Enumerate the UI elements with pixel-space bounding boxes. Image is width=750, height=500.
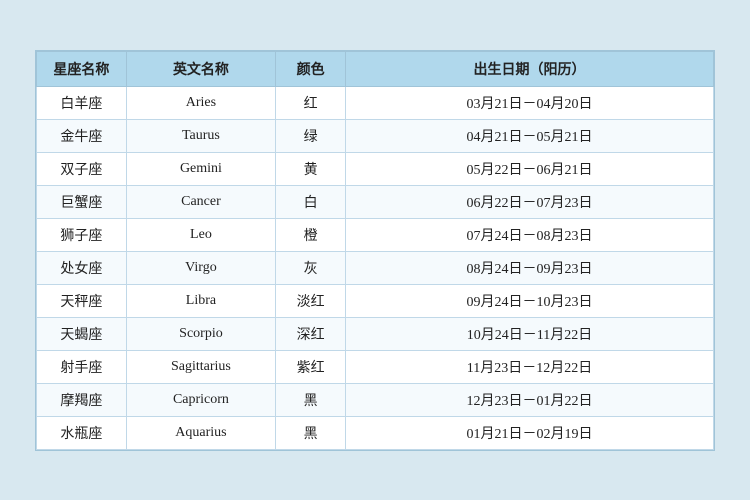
cell-color: 深红 [276,317,346,350]
cell-chinese: 巨蟹座 [37,185,127,218]
cell-chinese: 射手座 [37,350,127,383]
cell-english: Taurus [126,119,276,152]
header-color: 颜色 [276,51,346,86]
cell-date: 07月24日－08月23日 [346,218,714,251]
cell-color: 红 [276,86,346,119]
cell-color: 黑 [276,416,346,449]
cell-color: 紫红 [276,350,346,383]
cell-color: 橙 [276,218,346,251]
cell-date: 09月24日－10月23日 [346,284,714,317]
table-row: 白羊座Aries红03月21日－04月20日 [37,86,714,119]
cell-date: 08月24日－09月23日 [346,251,714,284]
table-row: 摩羯座Capricorn黑12月23日－01月22日 [37,383,714,416]
cell-chinese: 摩羯座 [37,383,127,416]
table-row: 处女座Virgo灰08月24日－09月23日 [37,251,714,284]
cell-date: 11月23日－12月22日 [346,350,714,383]
header-chinese: 星座名称 [37,51,127,86]
cell-chinese: 狮子座 [37,218,127,251]
table-row: 射手座Sagittarius紫红11月23日－12月22日 [37,350,714,383]
cell-date: 10月24日－11月22日 [346,317,714,350]
cell-english: Virgo [126,251,276,284]
cell-color: 绿 [276,119,346,152]
cell-color: 白 [276,185,346,218]
cell-date: 12月23日－01月22日 [346,383,714,416]
cell-color: 黑 [276,383,346,416]
cell-date: 04月21日－05月21日 [346,119,714,152]
cell-english: Aquarius [126,416,276,449]
zodiac-table-container: 星座名称 英文名称 颜色 出生日期（阳历） 白羊座Aries红03月21日－04… [35,50,715,451]
table-row: 狮子座Leo橙07月24日－08月23日 [37,218,714,251]
cell-chinese: 处女座 [37,251,127,284]
cell-english: Gemini [126,152,276,185]
table-row: 巨蟹座Cancer白06月22日－07月23日 [37,185,714,218]
header-date: 出生日期（阳历） [346,51,714,86]
cell-date: 05月22日－06月21日 [346,152,714,185]
zodiac-table: 星座名称 英文名称 颜色 出生日期（阳历） 白羊座Aries红03月21日－04… [36,51,714,450]
table-row: 双子座Gemini黄05月22日－06月21日 [37,152,714,185]
cell-date: 01月21日－02月19日 [346,416,714,449]
table-row: 水瓶座Aquarius黑01月21日－02月19日 [37,416,714,449]
cell-english: Scorpio [126,317,276,350]
cell-chinese: 水瓶座 [37,416,127,449]
header-english: 英文名称 [126,51,276,86]
cell-english: Leo [126,218,276,251]
cell-chinese: 双子座 [37,152,127,185]
table-row: 金牛座Taurus绿04月21日－05月21日 [37,119,714,152]
cell-chinese: 金牛座 [37,119,127,152]
cell-date: 06月22日－07月23日 [346,185,714,218]
table-row: 天蝎座Scorpio深红10月24日－11月22日 [37,317,714,350]
cell-english: Capricorn [126,383,276,416]
cell-chinese: 天秤座 [37,284,127,317]
cell-date: 03月21日－04月20日 [346,86,714,119]
cell-english: Libra [126,284,276,317]
cell-color: 淡红 [276,284,346,317]
cell-chinese: 天蝎座 [37,317,127,350]
cell-english: Aries [126,86,276,119]
table-row: 天秤座Libra淡红09月24日－10月23日 [37,284,714,317]
cell-english: Sagittarius [126,350,276,383]
cell-english: Cancer [126,185,276,218]
cell-color: 黄 [276,152,346,185]
cell-chinese: 白羊座 [37,86,127,119]
table-header-row: 星座名称 英文名称 颜色 出生日期（阳历） [37,51,714,86]
cell-color: 灰 [276,251,346,284]
